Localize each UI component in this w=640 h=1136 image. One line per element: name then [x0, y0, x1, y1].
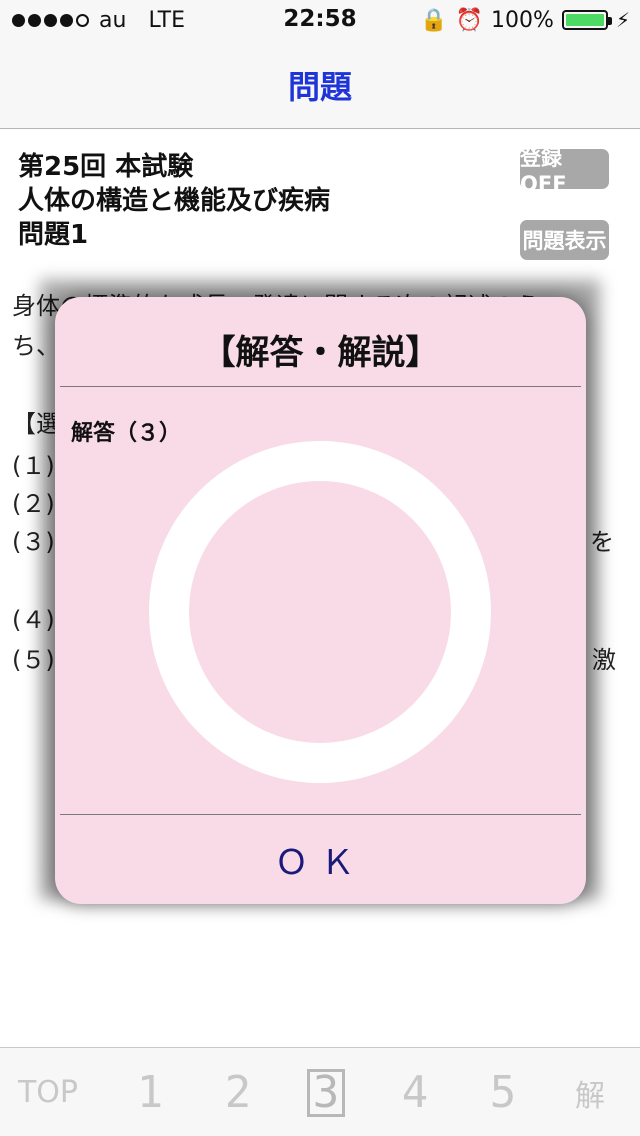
bottom-tab-bar: TOP 1 2 3 4 5 解	[0, 1047, 640, 1136]
dialog-title: 【解答・解説】	[201, 333, 440, 373]
correct-circle-icon	[149, 441, 491, 783]
tab-answer[interactable]: 解	[560, 1048, 620, 1136]
subject-name: 人体の構造と機能及び疾病	[18, 186, 331, 216]
page-title: 問題	[287, 68, 352, 106]
tab-question-1[interactable]: 1	[120, 1048, 180, 1136]
tab-question-5[interactable]: 5	[473, 1048, 533, 1136]
battery-icon	[561, 10, 612, 30]
show-question-button[interactable]: 問題表示	[520, 220, 609, 260]
tab-question-2[interactable]: 2	[208, 1048, 268, 1136]
question-header: 第25回 本試験 人体の構造と機能及び疾病 問題1	[18, 150, 330, 252]
charging-bolt-icon: ⚡	[615, 8, 630, 32]
question-number: 問題1	[18, 220, 89, 250]
tab-top[interactable]: TOP	[4, 1048, 92, 1136]
tab-question-3[interactable]: 3	[296, 1048, 356, 1136]
status-right: 🔒 ⏰ 100% ⚡	[420, 6, 630, 34]
exam-session: 第25回 本試験	[18, 152, 194, 182]
navigation-bar: 問題	[0, 40, 640, 129]
battery-percent: 100%	[491, 7, 554, 33]
status-bar: au LTE 22:58 🔒 ⏰ 100% ⚡	[0, 0, 640, 40]
register-toggle-button[interactable]: 登録 OFF	[520, 146, 609, 196]
alarm-icon: ⏰	[455, 7, 484, 33]
tab-question-4[interactable]: 4	[385, 1048, 445, 1136]
answer-label: 解答（３）	[71, 421, 182, 446]
tab-question-3-label: 3	[307, 1067, 345, 1118]
answer-dialog: 【解答・解説】 解答（３） ＯＫ	[55, 297, 586, 904]
ok-button[interactable]: ＯＫ	[55, 815, 586, 904]
divider	[60, 386, 581, 387]
orientation-lock-icon: 🔒	[420, 7, 448, 33]
